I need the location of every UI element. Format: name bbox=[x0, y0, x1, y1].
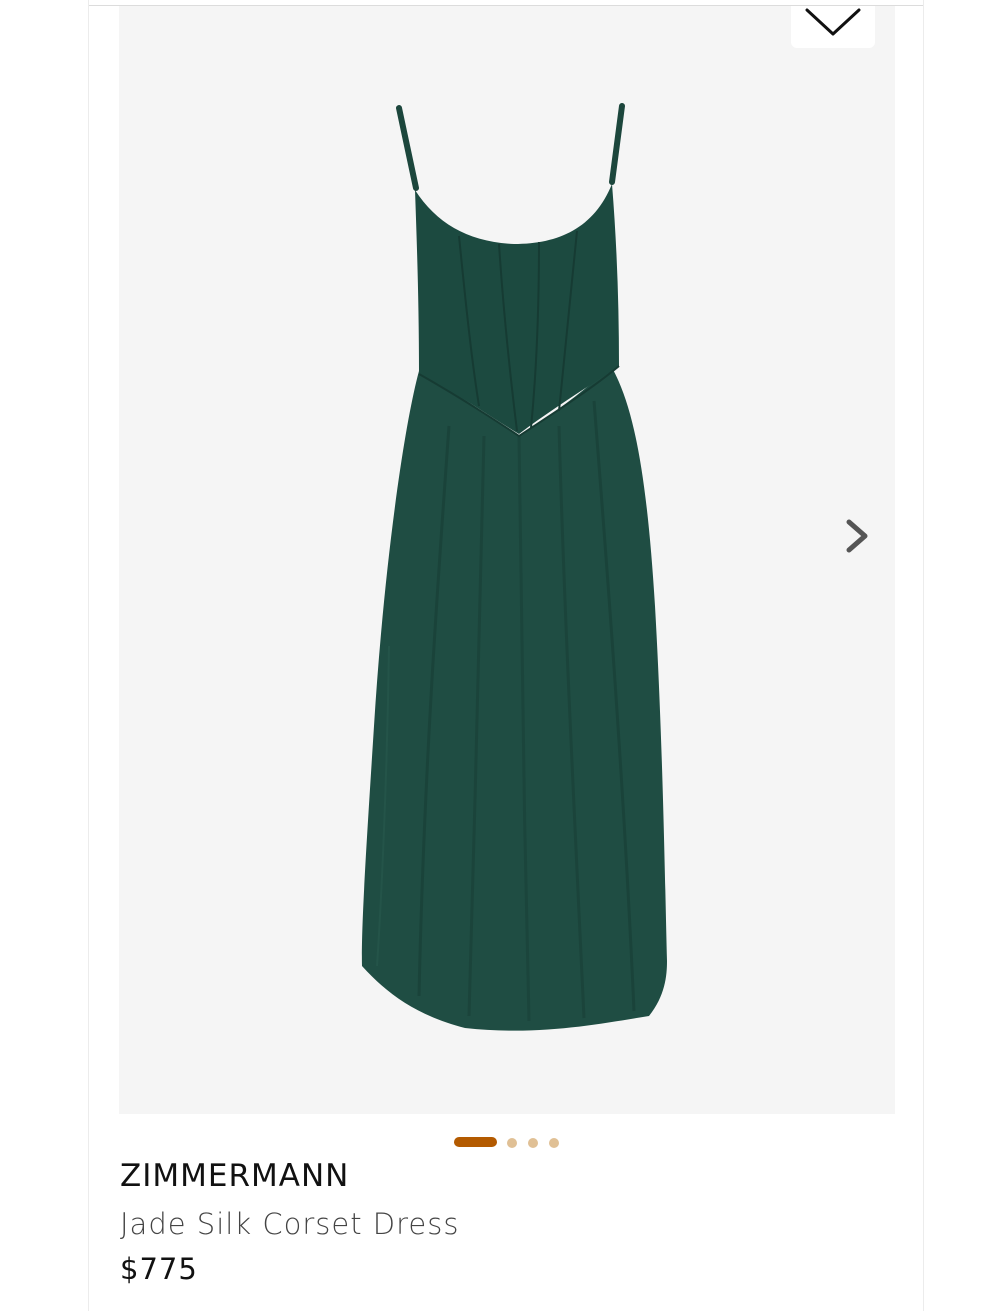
product-image-carousel[interactable] bbox=[119, 6, 895, 1114]
product-price: $775 bbox=[120, 1252, 198, 1286]
product-name[interactable]: Jade Silk Corset Dress bbox=[120, 1207, 459, 1241]
wishlist-button[interactable] bbox=[791, 6, 875, 48]
product-image bbox=[361, 103, 667, 1031]
chevron-down-icon bbox=[805, 8, 861, 36]
carousel-dot[interactable] bbox=[549, 1138, 559, 1148]
next-image-button[interactable] bbox=[835, 506, 879, 566]
product-card[interactable]: ZIMMERMANN Jade Silk Corset Dress $775 bbox=[88, 0, 924, 1311]
chevron-right-icon bbox=[846, 519, 868, 553]
carousel-dot[interactable] bbox=[507, 1138, 517, 1148]
carousel-dot-active[interactable] bbox=[454, 1137, 497, 1147]
product-brand[interactable]: ZIMMERMANN bbox=[120, 1158, 349, 1194]
carousel-dot[interactable] bbox=[528, 1138, 538, 1148]
